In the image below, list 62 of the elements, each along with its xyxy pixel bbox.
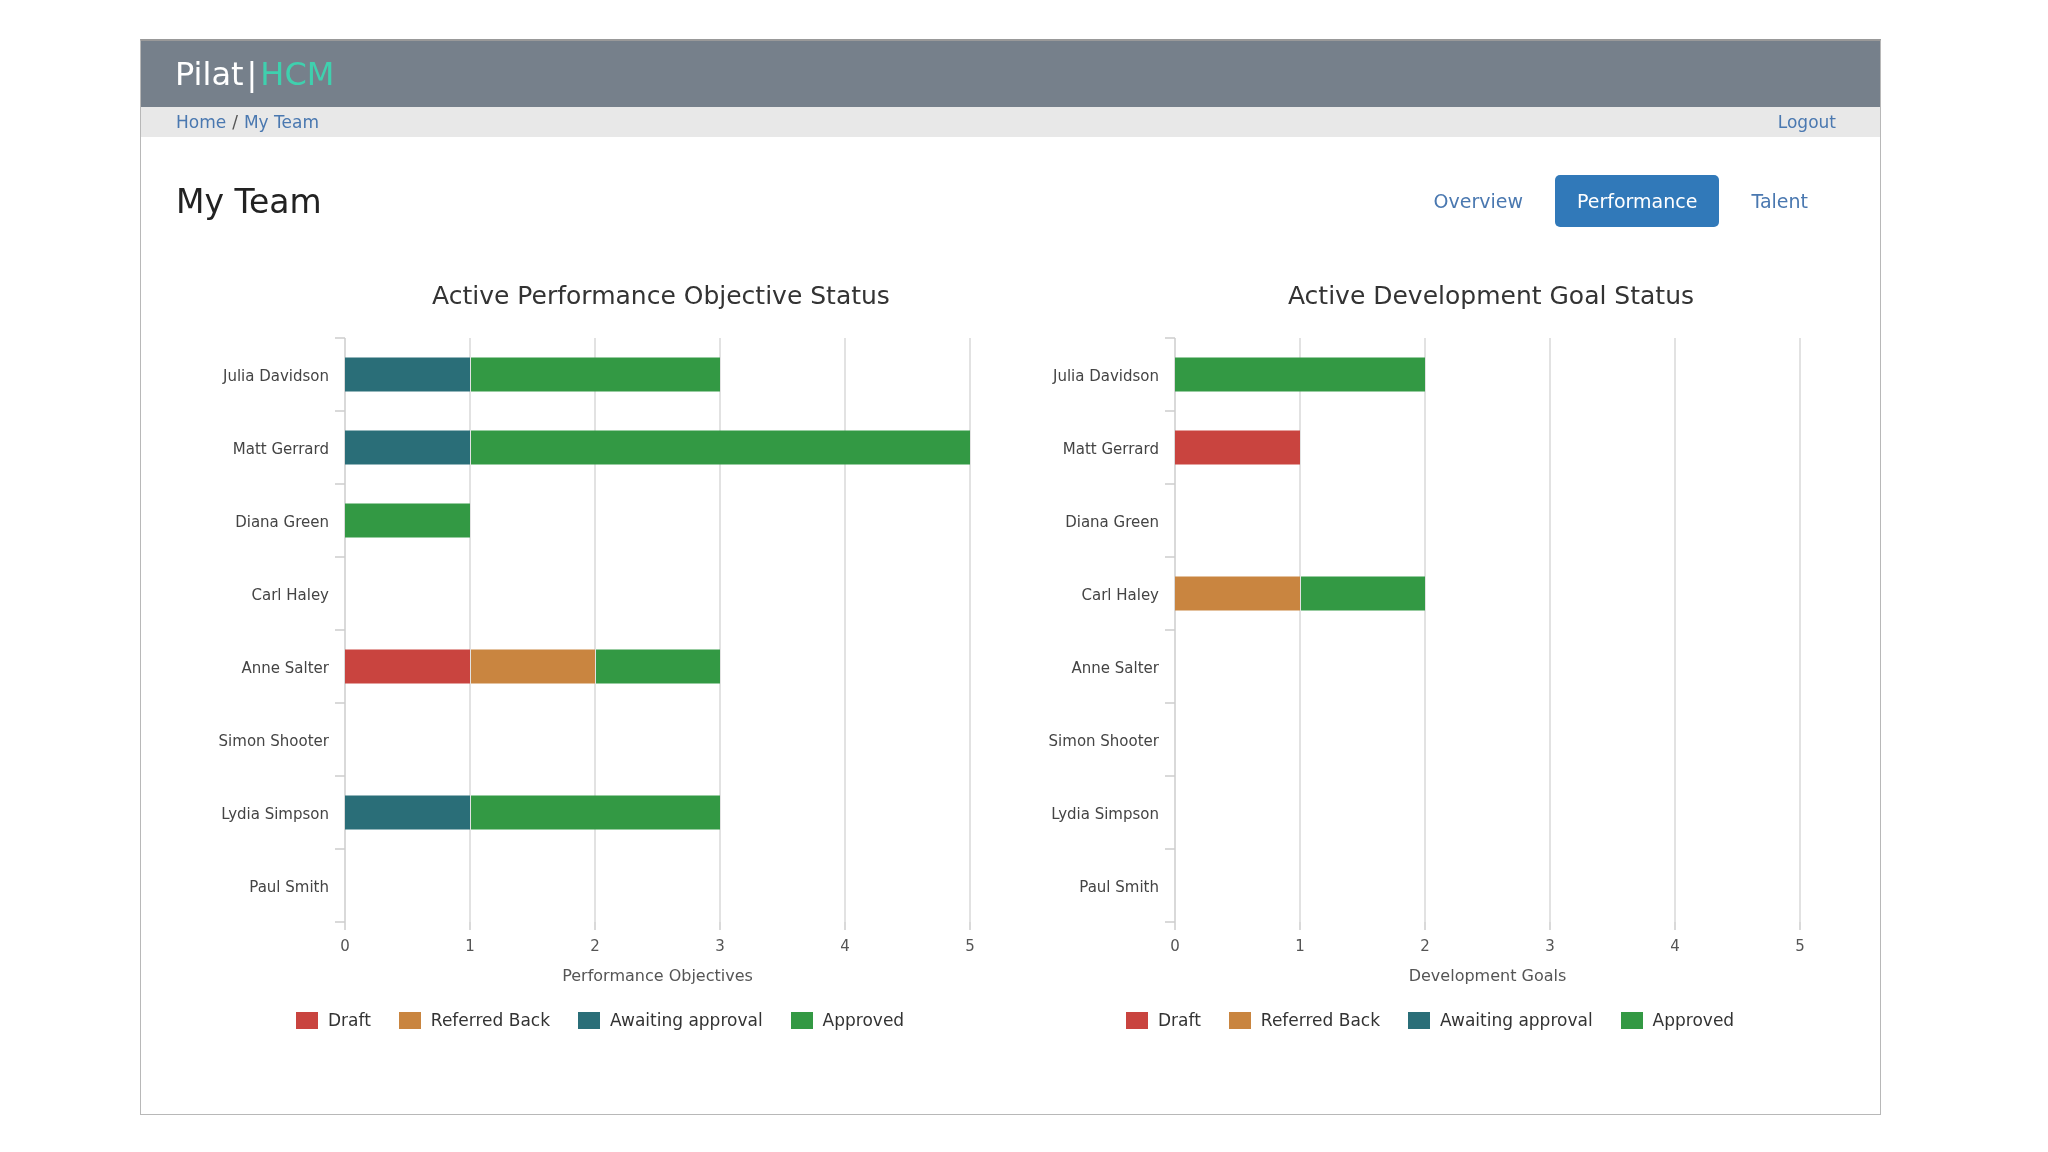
axis-title: Performance Objectives — [562, 966, 753, 985]
legend-label: Approved — [822, 1010, 905, 1030]
category-label: Simon Shooter — [218, 731, 329, 750]
axis-tick-label: 0 — [340, 937, 350, 955]
category-label: Julia Davidson — [222, 366, 329, 385]
legend-label: Draft — [1158, 1010, 1201, 1030]
category-label: Anne Salter — [1071, 658, 1159, 677]
tick-mark — [844, 921, 846, 931]
axis-tick-label: 3 — [1545, 937, 1555, 955]
logo-divider: | — [246, 55, 258, 93]
tick-mark — [1674, 921, 1676, 931]
tick-mark — [1174, 921, 1176, 931]
tick-mark — [969, 921, 971, 931]
tick-mark — [1299, 921, 1301, 931]
breadcrumb-link[interactable]: Home — [176, 112, 227, 132]
axis-tick-label: 1 — [465, 937, 475, 955]
nav-tab[interactable]: Talent — [1729, 175, 1830, 227]
axis-tick-label: 4 — [840, 937, 850, 955]
category-label: Lydia Simpson — [221, 804, 329, 823]
tick-mark — [1799, 921, 1801, 931]
axis-tick-label: 2 — [1420, 937, 1430, 955]
legend-label: Referred Back — [1260, 1010, 1381, 1030]
category-label: Anne Salter — [241, 658, 329, 677]
axis-tick-label: 5 — [965, 937, 975, 955]
tick-mark — [719, 921, 721, 931]
nav-tab[interactable]: Performance — [1555, 175, 1720, 227]
chart-title: Active Performance Objective Status — [431, 281, 891, 310]
category-label: Diana Green — [235, 512, 329, 531]
tick-mark — [1424, 921, 1426, 931]
tick-mark — [1549, 921, 1551, 931]
axis-tick-label: 0 — [1170, 937, 1180, 955]
axis-tick-label: 4 — [1670, 937, 1680, 955]
axis-tick-label: 3 — [715, 937, 725, 955]
category-label: Matt Gerrard — [1062, 439, 1159, 458]
axis-tick-label: 5 — [1795, 937, 1805, 955]
tick-mark — [344, 921, 346, 931]
tick-mark — [469, 921, 471, 931]
chart-title: Active Development Goal Status — [1286, 281, 1696, 310]
category-label: Matt Gerrard — [232, 439, 329, 458]
category-label: Julia Davidson — [1052, 366, 1159, 385]
logout-link[interactable]: Logout — [1777, 112, 1836, 132]
category-label: Diana Green — [1065, 512, 1159, 531]
legend-label: Awaiting approval — [1440, 1010, 1593, 1030]
legend-label: Approved — [1652, 1010, 1735, 1030]
breadcrumb-separator: / — [232, 112, 238, 132]
legend-label: Draft — [328, 1010, 371, 1030]
axis-title: Development Goals — [1408, 966, 1567, 985]
axis-tick-label: 2 — [590, 937, 600, 955]
category-label: Paul Smith — [249, 877, 329, 896]
breadcrumb-link[interactable]: My Team — [243, 112, 319, 132]
nav-tab[interactable]: Overview — [1411, 175, 1545, 227]
page-title: My Team — [176, 181, 322, 221]
category-label: Simon Shooter — [1048, 731, 1159, 750]
legend-label: Referred Back — [430, 1010, 551, 1030]
logo-text: HCM — [260, 55, 335, 93]
legend-label: Awaiting approval — [610, 1010, 763, 1030]
category-label: Paul Smith — [1079, 877, 1159, 896]
category-label: Lydia Simpson — [1051, 804, 1159, 823]
category-label: Carl Haley — [1081, 585, 1159, 604]
category-label: Carl Haley — [251, 585, 329, 604]
logo-text: Pilat — [175, 55, 244, 93]
axis-tick-label: 1 — [1295, 937, 1305, 955]
